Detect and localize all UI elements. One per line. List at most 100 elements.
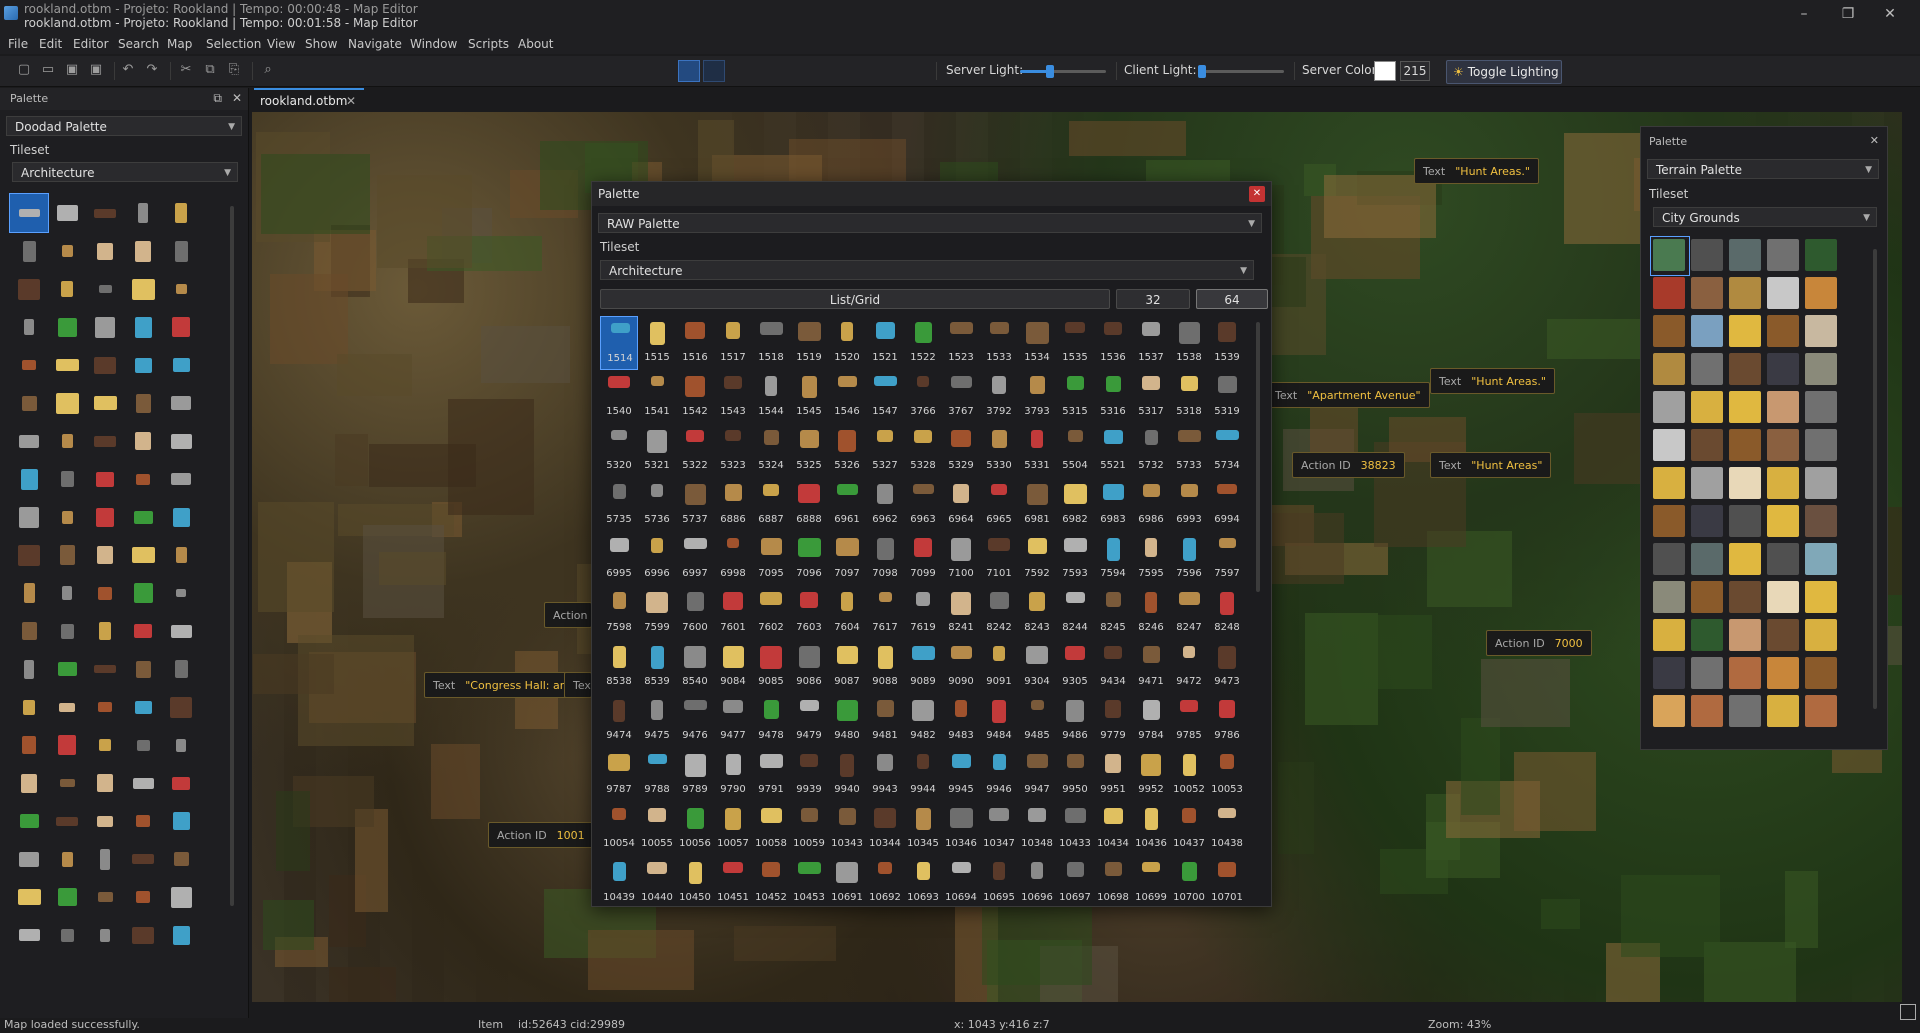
doodad-item[interactable]	[10, 498, 48, 536]
raw-item[interactable]: 10438	[1208, 802, 1246, 856]
raw-item[interactable]: 5321	[638, 424, 676, 478]
left-palette-scrollbar[interactable]	[230, 206, 234, 906]
raw-item[interactable]: 7600	[676, 586, 714, 640]
doodad-item[interactable]	[86, 460, 124, 498]
terrain-brush[interactable]	[1689, 503, 1727, 541]
raw-item[interactable]: 6963	[904, 478, 942, 532]
doodad-item[interactable]	[124, 574, 162, 612]
doodad-item[interactable]	[86, 802, 124, 840]
terrain-brush[interactable]	[1650, 236, 1690, 276]
tileset-select[interactable]: Architecture ▼	[12, 162, 238, 182]
raw-item[interactable]: 10699	[1132, 856, 1170, 906]
terrain-brush[interactable]	[1689, 237, 1727, 275]
raw-item[interactable]: 10434	[1094, 802, 1132, 856]
doodad-item[interactable]	[124, 688, 162, 726]
raw-item[interactable]: 10433	[1056, 802, 1094, 856]
terrain-brush[interactable]	[1689, 351, 1727, 389]
raw-item[interactable]: 9087	[828, 640, 866, 694]
raw-item[interactable]: 9088	[866, 640, 904, 694]
menu-map[interactable]: Map	[167, 37, 192, 51]
doodad-item[interactable]	[124, 764, 162, 802]
raw-item[interactable]: 9787	[600, 748, 638, 802]
terrain-brush[interactable]	[1651, 389, 1689, 427]
raw-item[interactable]: 9471	[1132, 640, 1170, 694]
menu-search[interactable]: Search	[118, 37, 159, 51]
raw-item[interactable]: 7099	[904, 532, 942, 586]
doodad-item[interactable]	[162, 764, 200, 802]
doodad-item[interactable]	[162, 460, 200, 498]
raw-item[interactable]: 10056	[676, 802, 714, 856]
raw-item[interactable]: 5733	[1170, 424, 1208, 478]
raw-item[interactable]: 9785	[1170, 694, 1208, 748]
raw-item[interactable]: 9304	[1018, 640, 1056, 694]
raw-item[interactable]: 9091	[980, 640, 1018, 694]
menu-scripts[interactable]: Scripts	[468, 37, 509, 51]
raw-item[interactable]: 7095	[752, 532, 790, 586]
raw-item[interactable]: 7619	[904, 586, 942, 640]
terrain-brush[interactable]	[1765, 275, 1803, 313]
raw-item[interactable]: 9086	[790, 640, 828, 694]
doodad-item[interactable]	[162, 840, 200, 878]
raw-item[interactable]: 9784	[1132, 694, 1170, 748]
raw-item[interactable]: 6965	[980, 478, 1018, 532]
raw-item[interactable]: 6888	[790, 478, 828, 532]
terrain-brush[interactable]	[1727, 541, 1765, 579]
close-palette-button[interactable]: ✕	[1249, 186, 1265, 202]
doodad-item[interactable]	[162, 498, 200, 536]
raw-item[interactable]: 10057	[714, 802, 752, 856]
raw-item[interactable]: 1516	[676, 316, 714, 370]
terrain-brush[interactable]	[1651, 275, 1689, 313]
doodad-item[interactable]	[124, 232, 162, 270]
doodad-item[interactable]	[162, 422, 200, 460]
raw-item[interactable]: 10343	[828, 802, 866, 856]
doodad-item[interactable]	[86, 878, 124, 916]
raw-tileset-select[interactable]: Architecture ▼	[600, 260, 1254, 280]
doodad-item[interactable]	[10, 308, 48, 346]
doodad-item[interactable]	[162, 384, 200, 422]
raw-item[interactable]: 7617	[866, 586, 904, 640]
raw-item[interactable]: 5737	[676, 478, 714, 532]
terrain-brush[interactable]	[1803, 427, 1841, 465]
doodad-item[interactable]	[10, 536, 48, 574]
client-light-slider[interactable]	[1198, 65, 1284, 78]
raw-item[interactable]: 10693	[904, 856, 942, 906]
doodad-item[interactable]	[48, 194, 86, 232]
doodad-item[interactable]	[48, 916, 86, 954]
doodad-item[interactable]	[10, 574, 48, 612]
terrain-brush[interactable]	[1689, 655, 1727, 693]
maximize-button[interactable]: ❐	[1832, 4, 1864, 24]
raw-item[interactable]: 9486	[1056, 694, 1094, 748]
doodad-item[interactable]	[86, 232, 124, 270]
raw-item[interactable]: 9480	[828, 694, 866, 748]
raw-item[interactable]: 8241	[942, 586, 980, 640]
raw-item[interactable]: 9952	[1132, 748, 1170, 802]
doodad-item[interactable]	[86, 764, 124, 802]
view-mode-alt-button[interactable]	[703, 60, 725, 82]
raw-item[interactable]: 3766	[904, 370, 942, 424]
redo-icon[interactable]: ↷	[144, 62, 160, 78]
terrain-brush[interactable]	[1727, 693, 1765, 731]
save-icon[interactable]: ▣	[64, 62, 80, 78]
terrain-brush[interactable]	[1727, 313, 1765, 351]
doodad-item[interactable]	[162, 916, 200, 954]
doodad-item[interactable]	[10, 270, 48, 308]
doodad-item[interactable]	[124, 460, 162, 498]
doodad-item[interactable]	[86, 650, 124, 688]
raw-item[interactable]: 9089	[904, 640, 942, 694]
raw-item[interactable]: 6983	[1094, 478, 1132, 532]
raw-item[interactable]: 1537	[1132, 316, 1170, 370]
doodad-item[interactable]	[48, 840, 86, 878]
raw-item[interactable]: 1535	[1056, 316, 1094, 370]
doodad-item[interactable]	[86, 270, 124, 308]
doodad-item[interactable]	[162, 194, 200, 232]
terrain-brush[interactable]	[1803, 313, 1841, 351]
doodad-item[interactable]	[124, 422, 162, 460]
doodad-item[interactable]	[162, 308, 200, 346]
raw-item[interactable]: 6986	[1132, 478, 1170, 532]
raw-item[interactable]: 10692	[866, 856, 904, 906]
terrain-brush[interactable]	[1689, 693, 1727, 731]
raw-item[interactable]: 1541	[638, 370, 676, 424]
close-tab-icon[interactable]: ✕	[346, 90, 356, 112]
raw-item[interactable]: 1545	[790, 370, 828, 424]
doodad-item[interactable]	[48, 764, 86, 802]
